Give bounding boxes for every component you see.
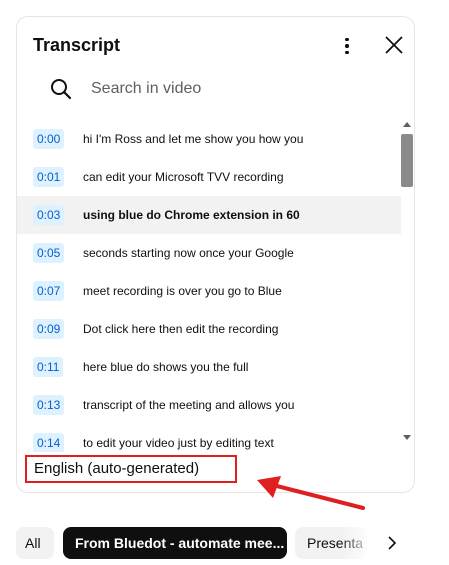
transcript-text: Dot click here then edit the recording <box>83 322 279 336</box>
transcript-row[interactable]: 0:07 meet recording is over you go to Blu… <box>17 272 401 310</box>
transcript-row[interactable]: 0:13 transcript of the meeting and allows… <box>17 386 401 424</box>
transcript-text: meet recording is over you go to Blue <box>83 284 282 298</box>
search-input[interactable] <box>91 77 371 101</box>
transcript-row[interactable]: 0:00 hi I'm Ross and let me show you how … <box>17 120 401 158</box>
scroll-down-arrow[interactable] <box>403 435 411 440</box>
transcript-list: 0:00 hi I'm Ross and let me show you how … <box>17 120 401 452</box>
transcript-panel: Transcript 0:00 hi I'm Ross and let me sh… <box>16 16 415 493</box>
transcript-row[interactable]: 0:14 to edit your video just by editing t… <box>17 424 401 452</box>
transcript-text: here blue do shows you the full <box>83 360 249 374</box>
transcript-row[interactable]: 0:03 using blue do Chrome extension in 60 <box>17 196 401 234</box>
timestamp-badge[interactable]: 0:05 <box>33 243 65 263</box>
timestamp-badge[interactable]: 0:11 <box>33 357 64 377</box>
timestamp-badge[interactable]: 0:07 <box>33 281 65 301</box>
timestamp-badge[interactable]: 0:09 <box>33 319 65 339</box>
chip-from-bluedot[interactable]: From Bluedot - automate mee... <box>63 527 287 559</box>
transcript-text: to edit your video just by editing text <box>83 436 274 450</box>
transcript-row[interactable]: 0:11 here blue do shows you the full <box>17 348 401 386</box>
chip-bar: All From Bluedot - automate mee... Prese… <box>0 527 449 559</box>
transcript-text: can edit your Microsoft TVV recording <box>83 170 284 184</box>
scroll-up-arrow[interactable] <box>403 122 411 127</box>
language-selector[interactable]: English (auto-generated) <box>33 459 199 479</box>
transcript-text: using blue do Chrome extension in 60 <box>83 208 300 222</box>
timestamp-badge[interactable]: 0:01 <box>33 167 65 187</box>
chip-presentations[interactable]: Presenta <box>295 527 367 559</box>
more-vert-icon[interactable] <box>337 35 357 57</box>
timestamp-badge[interactable]: 0:14 <box>33 433 65 452</box>
annotation-arrow <box>257 476 365 510</box>
transcript-row[interactable]: 0:05 seconds starting now once your Googl… <box>17 234 401 272</box>
timestamp-badge[interactable]: 0:13 <box>33 395 65 415</box>
transcript-row[interactable]: 0:01 can edit your Microsoft TVV recordin… <box>17 158 401 196</box>
chip-all[interactable]: All <box>16 527 54 559</box>
transcript-text: hi I'm Ross and let me show you how you <box>83 132 304 146</box>
timestamp-badge[interactable]: 0:00 <box>33 129 65 149</box>
scrollbar-thumb[interactable] <box>401 134 413 187</box>
transcript-text: transcript of the meeting and allows you <box>83 398 295 412</box>
transcript-row[interactable]: 0:09 Dot click here then edit the recordi… <box>17 310 401 348</box>
close-icon[interactable] <box>383 34 405 56</box>
timestamp-badge[interactable]: 0:03 <box>33 205 65 225</box>
panel-title: Transcript <box>33 35 121 55</box>
chevron-right-icon[interactable] <box>384 535 400 551</box>
transcript-text: seconds starting now once your Google <box>83 246 294 260</box>
search-icon <box>51 79 72 100</box>
